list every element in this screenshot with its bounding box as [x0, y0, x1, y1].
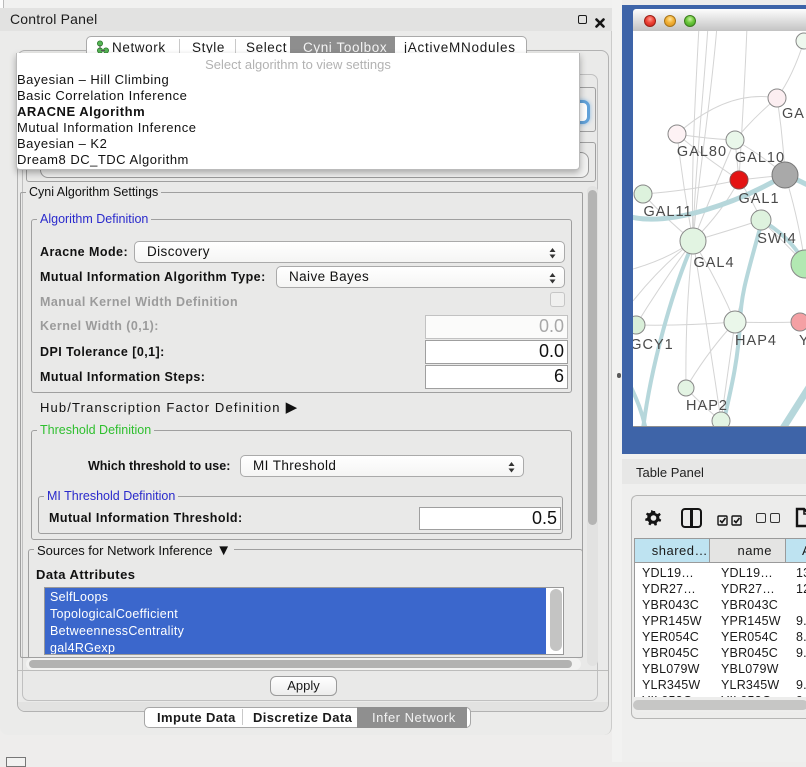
svg-text:GAL10: GAL10 — [735, 150, 785, 166]
svg-text:GAL: GAL — [782, 106, 806, 122]
svg-text:HAP4: HAP4 — [735, 333, 777, 349]
svg-text:GAL4: GAL4 — [693, 255, 734, 271]
svg-text:SWI4: SWI4 — [757, 231, 796, 247]
svg-text:GAL1: GAL1 — [738, 191, 779, 207]
svg-text:GAL11: GAL11 — [643, 204, 692, 220]
svg-text:Y: Y — [799, 333, 806, 349]
svg-text:HAP2: HAP2 — [686, 398, 728, 414]
svg-text:GCY1: GCY1 — [633, 337, 674, 353]
svg-text:GAL80: GAL80 — [677, 144, 727, 160]
